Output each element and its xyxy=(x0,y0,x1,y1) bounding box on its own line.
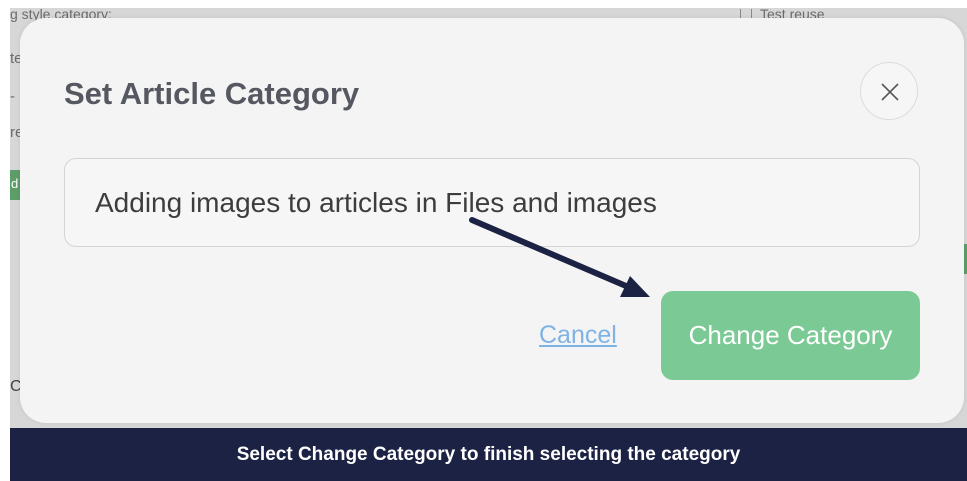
background-fragment: - xyxy=(10,88,15,105)
change-category-button[interactable]: Change Category xyxy=(661,291,920,380)
caption-bar: Select Change Category to finish selecti… xyxy=(10,428,967,481)
caption-text: Select Change Category to finish selecti… xyxy=(236,443,741,465)
cancel-link[interactable]: Cancel xyxy=(539,321,617,350)
set-category-modal: Set Article Category Cancel Change Categ… xyxy=(20,18,964,423)
background-fragment: d xyxy=(11,176,19,191)
screenshot-stage: g style category: te - re d C Test reuse… xyxy=(0,0,967,481)
close-icon xyxy=(881,83,899,101)
close-button[interactable] xyxy=(860,62,918,120)
modal-title: Set Article Category xyxy=(64,76,360,111)
category-input[interactable] xyxy=(64,158,920,247)
